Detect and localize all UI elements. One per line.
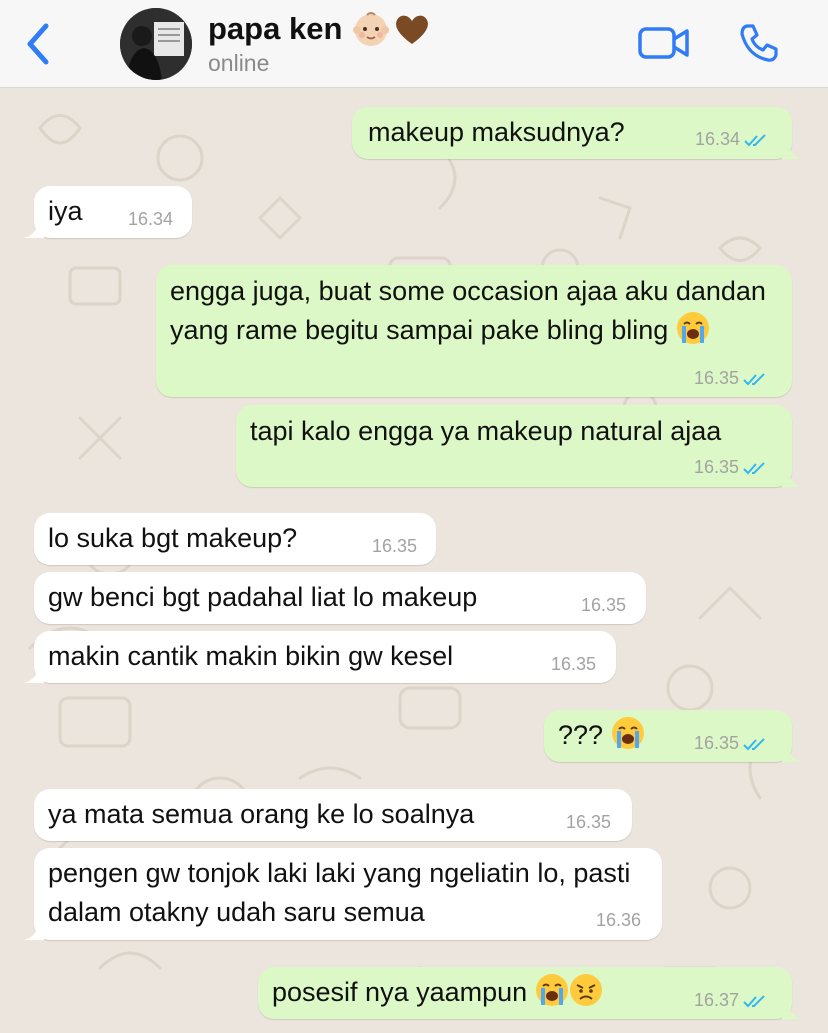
message-text: iya — [48, 196, 83, 226]
contact-name: papa ken — [208, 11, 343, 46]
message-text: pengen gw tonjok laki laki yang ngeliati… — [48, 858, 631, 927]
message-bubble-incoming[interactable]: ya mata semua orang ke lo soalnya 16.35 — [34, 789, 632, 841]
message-text: makin cantik makin bikin gw kesel — [48, 641, 454, 671]
message-text: engga juga, buat some occasion ajaa aku … — [170, 276, 766, 345]
message-bubble-outgoing[interactable]: posesif nya yaampun 16.37 — [258, 967, 802, 1019]
chevron-left-icon — [27, 23, 49, 65]
contact-name-row[interactable]: papa ken — [208, 8, 430, 50]
message-bubble-incoming[interactable]: gw benci bgt padahal liat lo makeup 16.3… — [34, 572, 646, 624]
video-camera-icon — [638, 27, 689, 59]
bubble-tail — [24, 665, 44, 683]
read-ticks-icon — [743, 995, 765, 1008]
message-text: lo suka bgt makeup? — [48, 523, 298, 553]
bubble-tail — [782, 744, 802, 762]
message-bubble-outgoing[interactable]: tapi kalo engga ya makeup natural ajaa 1… — [236, 405, 802, 487]
message-bubble-incoming[interactable]: makin cantik makin bikin gw kesel 16.35 — [24, 631, 616, 683]
message-bubble-outgoing[interactable]: ??? 16.35 — [544, 710, 802, 762]
bubble-tail — [782, 141, 802, 159]
loudly-crying-face-icon — [611, 717, 644, 749]
bubble-tail — [24, 220, 44, 238]
message-bubble-incoming[interactable]: pengen gw tonjok laki laki yang ngeliati… — [24, 848, 662, 940]
chat-header: papa ken online — [0, 0, 828, 88]
message-time: 16.34 — [695, 129, 768, 149]
read-ticks-icon — [743, 373, 765, 386]
message-time: 16.34 — [128, 209, 174, 229]
voice-call-button[interactable] — [738, 22, 780, 64]
contact-status: online — [208, 50, 270, 76]
message-text: makeup maksudnya? — [368, 117, 625, 147]
message-text: tapi kalo engga ya makeup natural ajaa — [250, 416, 722, 446]
bubble-tail — [782, 1001, 802, 1019]
message-bubble-outgoing[interactable]: engga juga, buat some occasion ajaa aku … — [156, 265, 792, 397]
video-call-button[interactable] — [638, 24, 690, 62]
loudly-crying-face-icon — [676, 312, 709, 344]
read-ticks-icon — [743, 462, 765, 475]
message-text: ??? — [558, 716, 645, 755]
bubble-tail — [24, 922, 44, 940]
message-text: posesif nya yaampun — [272, 973, 603, 1012]
message-time: 16.35 — [694, 457, 767, 477]
message-text: gw benci bgt padahal liat lo makeup — [48, 582, 478, 612]
message-time: 16.35 — [372, 536, 418, 556]
message-text: ya mata semua orang ke lo soalnya — [48, 799, 475, 829]
message-time: 16.35 — [566, 812, 612, 832]
message-time: 16.35 — [694, 733, 767, 753]
read-ticks-icon — [743, 738, 765, 751]
disappointed-face-icon — [569, 974, 602, 1006]
phone-icon — [740, 24, 778, 62]
message-time: 16.35 — [694, 368, 767, 388]
contact-avatar[interactable] — [120, 8, 192, 80]
bubble-tail — [782, 469, 802, 487]
baby-emoji-icon — [353, 12, 390, 46]
message-time: 16.35 — [581, 595, 627, 615]
message-time: 16.35 — [551, 654, 597, 674]
loudly-crying-face-icon — [535, 974, 568, 1006]
brown-heart-icon — [396, 15, 429, 44]
back-button[interactable] — [22, 22, 56, 66]
message-bubble-incoming[interactable]: iya 16.34 — [24, 186, 192, 238]
message-time: 16.37 — [694, 990, 767, 1010]
message-bubble-outgoing[interactable]: makeup maksudnya? 16.34 — [352, 107, 802, 159]
message-time: 16.36 — [596, 910, 642, 930]
message-bubble-incoming[interactable]: lo suka bgt makeup? 16.35 — [34, 513, 436, 565]
read-ticks-icon — [744, 134, 766, 147]
